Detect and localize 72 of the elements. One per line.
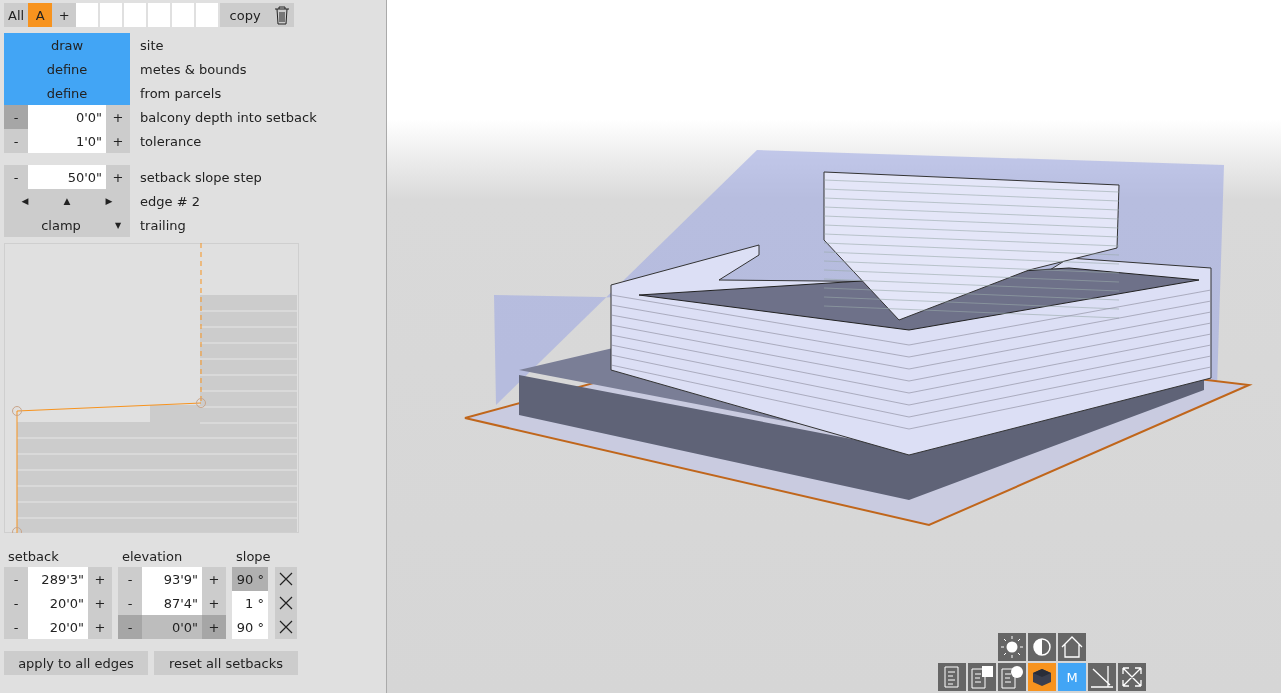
increment-button[interactable]: + <box>202 567 226 591</box>
increment-button[interactable]: + <box>106 105 130 129</box>
clamp-dropdown[interactable]: clamp ▼ <box>4 213 130 237</box>
view-toolbar-button[interactable] <box>1058 633 1086 661</box>
view-toolbar-button[interactable] <box>1088 663 1116 691</box>
action-button[interactable]: reset all setbacks <box>154 651 298 675</box>
close-icon <box>279 572 293 586</box>
elevation-field[interactable]: 87'4" <box>142 591 202 615</box>
action-label: metes & bounds <box>140 61 247 77</box>
action-label: from parcels <box>140 85 222 101</box>
expand-icon <box>1121 666 1143 688</box>
view-toolbar-button[interactable] <box>1118 663 1146 691</box>
delete-button[interactable] <box>270 3 295 27</box>
view-toolbar-button[interactable] <box>998 663 1026 691</box>
view-toolbar-button[interactable] <box>1028 633 1056 661</box>
sun-icon <box>1001 636 1023 658</box>
cube-icon <box>1032 667 1052 687</box>
copy-button[interactable]: copy <box>220 3 271 27</box>
column-header: elevation <box>122 549 184 564</box>
increment-button[interactable]: + <box>106 129 130 153</box>
increment-button[interactable]: + <box>202 591 226 615</box>
close-icon <box>279 596 293 610</box>
decrement-button[interactable]: - <box>4 615 28 639</box>
increment-button[interactable]: + <box>202 615 226 639</box>
field-label: trailing <box>140 217 186 233</box>
view-toolbar-button[interactable] <box>1028 663 1056 691</box>
field-label: setback slope step <box>140 169 262 185</box>
document-icon <box>942 666 962 688</box>
home-icon <box>1061 636 1083 658</box>
contrast-icon <box>1032 637 1052 657</box>
edge-label: edge # 2 <box>140 193 200 209</box>
decrement-button[interactable]: - <box>4 129 28 153</box>
decrement-button[interactable]: - <box>118 591 142 615</box>
view-toolbar-button[interactable] <box>968 663 996 691</box>
setback-field[interactable]: 289'3" <box>28 567 88 591</box>
view-toolbar-button[interactable] <box>998 633 1026 661</box>
decrement-button[interactable]: - <box>118 615 142 639</box>
view-toolbar-button[interactable] <box>938 663 966 691</box>
value-field[interactable]: 1'0" <box>28 129 106 153</box>
action-button[interactable]: apply to all edges <box>4 651 148 675</box>
value-field[interactable]: 0'0" <box>28 105 106 129</box>
document-square-icon <box>970 665 994 689</box>
decrement-button[interactable]: - <box>4 567 28 591</box>
trash-icon <box>274 5 291 25</box>
increment-button[interactable]: + <box>88 615 112 639</box>
remove-row-button[interactable] <box>275 567 297 591</box>
setback-field[interactable]: 20'0" <box>28 591 88 615</box>
slope-field[interactable]: 1 ° <box>232 591 268 615</box>
document-circle-icon <box>1000 665 1024 689</box>
increment-button[interactable]: + <box>88 567 112 591</box>
setback-field[interactable]: 20'0" <box>28 615 88 639</box>
slope-field[interactable]: 90 ° <box>232 615 268 639</box>
increment-button[interactable]: + <box>88 591 112 615</box>
decrement-button[interactable]: - <box>118 567 142 591</box>
slope-field[interactable]: 90 ° <box>232 567 268 591</box>
close-icon <box>279 620 293 634</box>
measure-icon <box>1090 665 1114 689</box>
remove-row-button[interactable] <box>275 615 297 639</box>
field-label: tolerance <box>140 133 202 149</box>
value-field[interactable]: 50'0" <box>28 165 106 189</box>
layer-tab[interactable]: A <box>28 3 53 27</box>
field-label: balcony depth into setback <box>140 109 317 125</box>
decrement-button[interactable]: - <box>4 591 28 615</box>
decrement-button[interactable]: - <box>4 105 28 129</box>
column-header: slope <box>236 549 271 564</box>
layer-tab[interactable]: All <box>4 3 29 27</box>
elevation-field[interactable]: 93'9" <box>142 567 202 591</box>
action-label: site <box>140 37 164 53</box>
decrement-button[interactable]: - <box>4 165 28 189</box>
increment-button[interactable]: + <box>106 165 130 189</box>
add-layer-button[interactable]: + <box>52 3 77 27</box>
column-header: setback <box>7 549 60 564</box>
